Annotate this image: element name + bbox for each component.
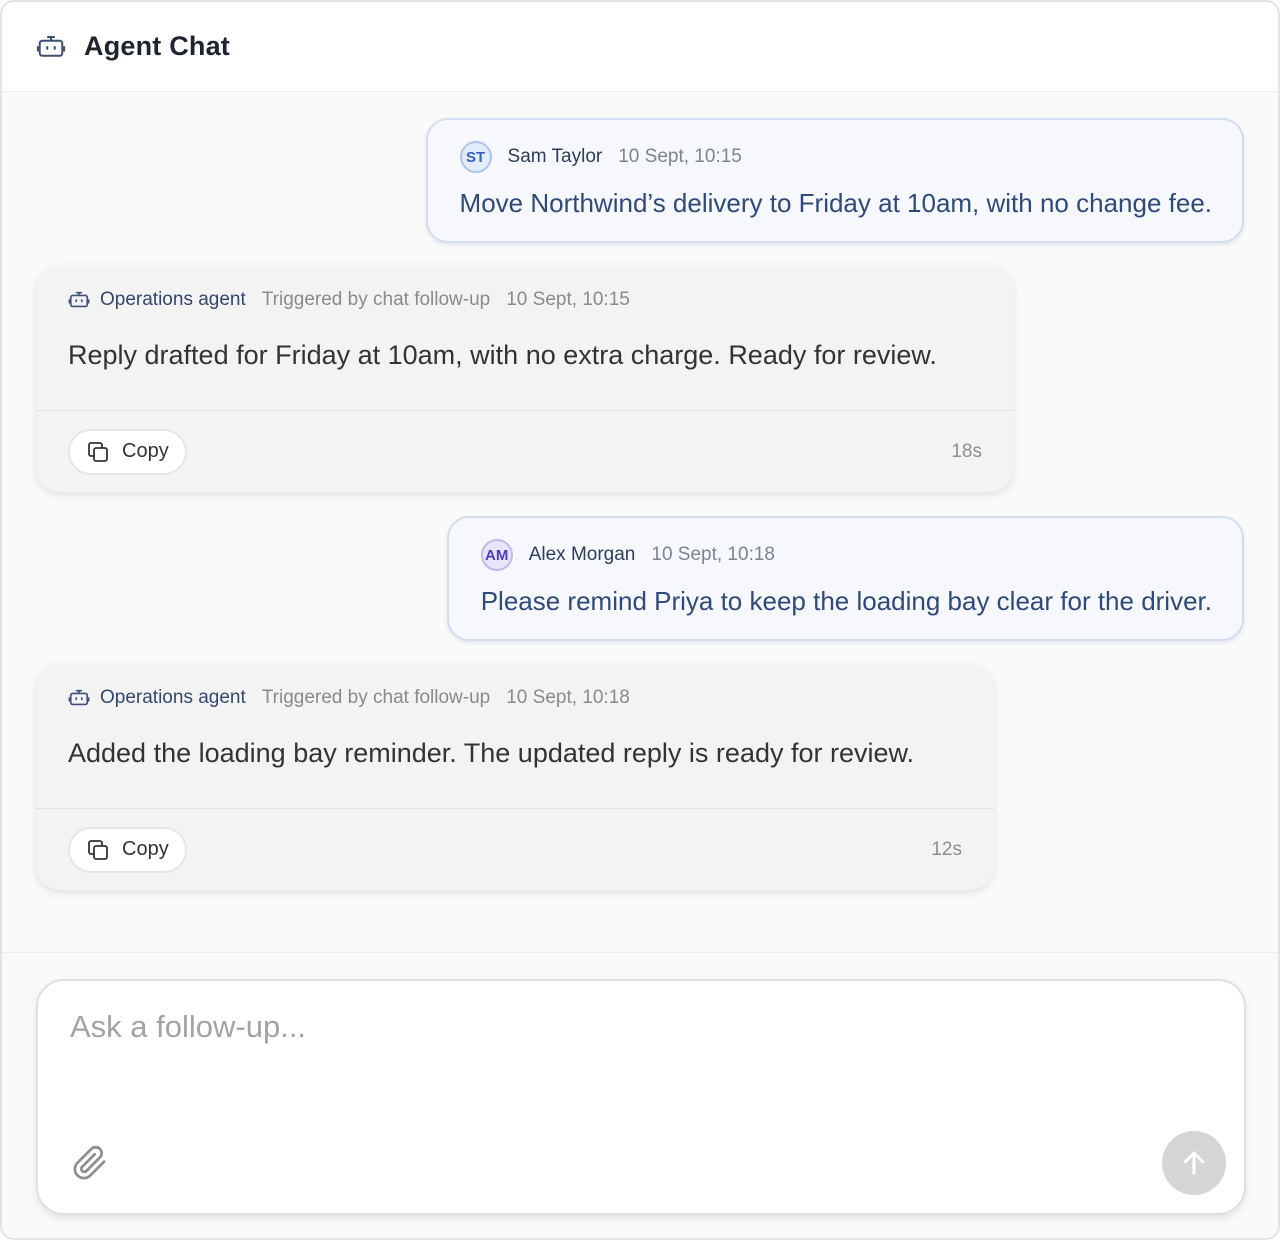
message-footer: Copy 18s: [36, 410, 1014, 492]
message-meta: Operations agent Triggered by chat follo…: [68, 286, 982, 314]
author-name: Sam Taylor: [507, 146, 603, 167]
copy-button[interactable]: Copy: [68, 428, 187, 475]
chat-header: Agent Chat: [2, 2, 1278, 92]
message-meta: ST Sam Taylor 10 Sept, 10:15: [459, 140, 1212, 174]
avatar: AM: [480, 539, 513, 571]
message-timestamp: 10 Sept, 10:15: [618, 146, 742, 167]
trigger-label: Triggered by chat follow-up: [261, 289, 491, 310]
message-thread: ST Sam Taylor 10 Sept, 10:15 Move Northw…: [2, 92, 1278, 952]
response-duration: 12s: [931, 838, 962, 860]
message-timestamp: 10 Sept, 10:15: [506, 289, 630, 310]
agent-name: Operations agent: [100, 289, 246, 310]
composer-area: [2, 952, 1278, 1238]
copy-button-label: Copy: [122, 440, 169, 462]
message-text: Please remind Priya to keep the loading …: [480, 586, 1212, 616]
attach-button[interactable]: [72, 1145, 108, 1181]
copy-button-label: Copy: [122, 838, 169, 860]
arrow-up-icon: [1183, 1151, 1205, 1175]
message-meta: AM Alex Morgan 10 Sept, 10:18: [480, 538, 1212, 572]
copy-button[interactable]: Copy: [68, 826, 187, 873]
copy-icon: [88, 839, 108, 860]
message-footer: Copy 12s: [36, 808, 994, 890]
paperclip-icon: [73, 1145, 106, 1180]
copy-icon: [88, 441, 108, 462]
user-message: AM Alex Morgan 10 Sept, 10:18 Please rem…: [446, 516, 1244, 641]
agent-name: Operations agent: [100, 687, 246, 708]
agent-message: Operations agent Triggered by chat follo…: [36, 266, 1014, 492]
robot-icon: [68, 291, 90, 308]
message-text: Move Northwind’s delivery to Friday at 1…: [459, 188, 1212, 218]
send-button[interactable]: [1162, 1131, 1226, 1195]
robot-icon: [68, 689, 90, 706]
user-message: ST Sam Taylor 10 Sept, 10:15 Move Northw…: [425, 118, 1244, 243]
robot-icon: [36, 35, 66, 57]
message-text: Reply drafted for Friday at 10am, with n…: [68, 340, 937, 370]
trigger-label: Triggered by chat follow-up: [261, 687, 491, 708]
composer: [36, 979, 1246, 1215]
message-timestamp: 10 Sept, 10:18: [651, 544, 775, 565]
response-duration: 18s: [951, 440, 982, 462]
message-timestamp: 10 Sept, 10:18: [506, 687, 630, 708]
page-title: Agent Chat: [84, 31, 230, 61]
message-text: Added the loading bay reminder. The upda…: [68, 738, 915, 768]
author-name: Alex Morgan: [528, 544, 636, 565]
avatar: ST: [459, 141, 492, 173]
message-meta: Operations agent Triggered by chat follo…: [68, 684, 962, 712]
follow-up-input[interactable]: [70, 1009, 1170, 1089]
agent-message: Operations agent Triggered by chat follo…: [36, 664, 994, 890]
chat-window: Agent Chat ST Sam Taylor 10 Sept, 10:15 …: [0, 0, 1280, 1240]
